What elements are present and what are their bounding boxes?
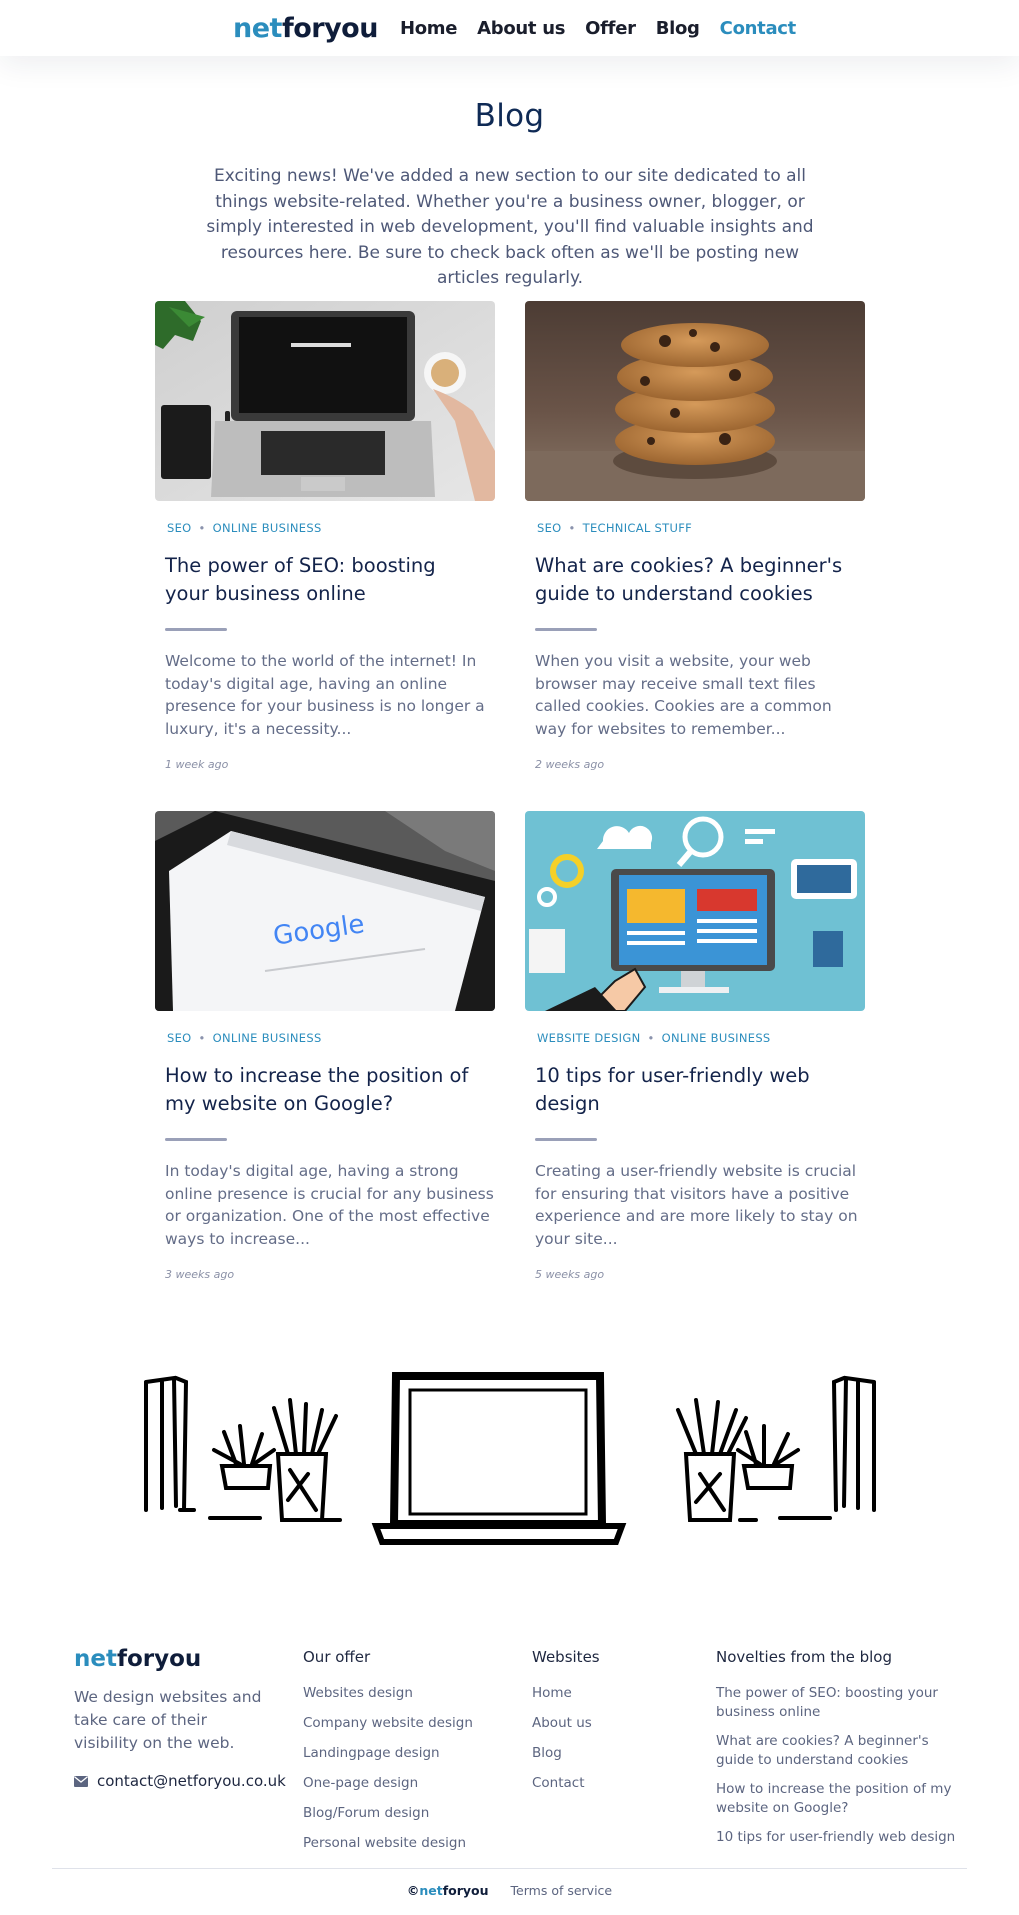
cookies-stack-photo	[525, 301, 865, 501]
terms-of-service-link[interactable]: Terms of service	[511, 1883, 613, 1898]
tag-separator: •	[568, 521, 576, 535]
footer-divider	[52, 1868, 967, 1869]
page-title: Blog	[474, 98, 545, 134]
nav-contact[interactable]: Contact	[720, 18, 797, 39]
footer-blog-link[interactable]: What are cookies? A beginner's guide to …	[716, 1732, 956, 1770]
footer-offer-column: Our offer Websites design Company websit…	[303, 1648, 473, 1864]
nav-home[interactable]: Home	[400, 18, 458, 39]
tag-seo[interactable]: SEO	[167, 1031, 192, 1045]
nav-offer[interactable]: Offer	[585, 18, 636, 39]
card-date: 1 week ago	[165, 758, 229, 771]
footer-tagline: We design websites and take care of thei…	[74, 1688, 262, 1752]
footer-websites-column: Websites Home About us Blog Contact	[532, 1648, 600, 1804]
blog-card[interactable]: Google SEO • ONLINE BUSINESS How to increa…	[155, 811, 495, 1281]
footer-offer-link[interactable]: One-page design	[303, 1774, 473, 1793]
footer-offer-link[interactable]: Landingpage design	[303, 1744, 473, 1763]
card-excerpt: In today's digital age, having a strong …	[165, 1162, 494, 1248]
tag-separator: •	[198, 1031, 206, 1045]
card-divider	[535, 1138, 597, 1141]
tag-category[interactable]: ONLINE BUSINESS	[662, 1031, 771, 1045]
blog-card[interactable]: WEBSITE DESIGN • ONLINE BUSINESS 10 tips f…	[525, 811, 865, 1281]
logo-foryou: foryou	[281, 12, 378, 44]
footer-offer-link[interactable]: Websites design	[303, 1684, 473, 1703]
footer-email-address[interactable]: contact@netforyou.co.uk	[97, 1772, 286, 1790]
footer-email[interactable]: contact@netforyou.co.uk	[74, 1772, 286, 1790]
footer-blog-link[interactable]: 10 tips for user-friendly web design	[716, 1828, 956, 1847]
card-excerpt: Welcome to the world of the internet! In…	[165, 652, 485, 738]
card-date: 2 weeks ago	[535, 758, 605, 771]
header-inner: netforyou Home About us Offer Blog Conta…	[233, 0, 816, 56]
logo-net: net	[233, 12, 282, 44]
copyright-net: net	[419, 1883, 443, 1898]
card-image-cookies[interactable]	[525, 301, 865, 501]
card-tags: WEBSITE DESIGN • ONLINE BUSINESS	[537, 1031, 865, 1047]
footer-blog-link[interactable]: How to increase the position of my websi…	[716, 1780, 956, 1818]
footer-offer-link[interactable]: Blog/Forum design	[303, 1804, 473, 1823]
tag-category[interactable]: TECHNICAL STUFF	[583, 521, 692, 535]
site-logo[interactable]: netforyou	[233, 13, 378, 44]
blog-intro: Exciting news! We've added a new section…	[206, 166, 814, 288]
desk-laptop-drawing	[144, 1372, 876, 1545]
desk-illustration	[140, 1370, 880, 1550]
site-header: netforyou Home About us Offer Blog Conta…	[0, 0, 1019, 56]
tag-seo[interactable]: SEO	[537, 521, 562, 535]
footer-blog-column: Novelties from the blog The power of SEO…	[716, 1648, 956, 1857]
copyright-foryou: foryou	[442, 1883, 489, 1898]
tag-separator: •	[198, 521, 206, 535]
tag-website-design[interactable]: WEBSITE DESIGN	[537, 1031, 641, 1045]
footer-websites-heading: Websites	[532, 1648, 600, 1666]
nav-about-us[interactable]: About us	[477, 18, 565, 39]
footer-logo-net: net	[74, 1646, 117, 1672]
card-title[interactable]: How to increase the position of my websi…	[165, 1062, 485, 1118]
footer-bottom-bar: ©netforyou Terms of service	[0, 1883, 1019, 1898]
card-title[interactable]: What are cookies? A beginner's guide to …	[535, 552, 855, 608]
footer-blog-heading: Novelties from the blog	[716, 1648, 892, 1666]
footer-offer-link[interactable]: Personal website design	[303, 1834, 473, 1853]
card-excerpt: Creating a user-friendly website is cruc…	[535, 1162, 858, 1248]
footer-offer-heading: Our offer	[303, 1648, 371, 1666]
footer-offer-link[interactable]: Company website design	[303, 1714, 473, 1733]
card-divider	[165, 1138, 227, 1141]
footer-link-blog[interactable]: Blog	[532, 1744, 600, 1763]
card-title[interactable]: 10 tips for user-friendly web design	[535, 1062, 855, 1118]
footer-link-contact[interactable]: Contact	[532, 1774, 600, 1793]
card-divider	[165, 628, 227, 631]
card-image-web-design[interactable]	[525, 811, 865, 1011]
footer-logo[interactable]: netforyou	[74, 1646, 201, 1672]
laptop-desk-photo	[155, 301, 495, 501]
card-divider	[535, 628, 597, 631]
card-date: 5 weeks ago	[535, 1268, 605, 1281]
card-image-google[interactable]: Google	[155, 811, 495, 1011]
footer-link-about-us[interactable]: About us	[532, 1714, 600, 1733]
card-excerpt: When you visit a website, your web brows…	[535, 652, 832, 738]
nav-blog[interactable]: Blog	[656, 18, 700, 39]
card-tags: SEO • TECHNICAL STUFF	[537, 521, 865, 537]
copyright-symbol: ©	[406, 1883, 420, 1898]
envelope-icon	[74, 1775, 88, 1787]
footer-logo-foryou: foryou	[116, 1646, 202, 1672]
tag-category[interactable]: ONLINE BUSINESS	[213, 521, 322, 535]
blog-card[interactable]: SEO • TECHNICAL STUFF What are cookies? A …	[525, 301, 865, 771]
card-tags: SEO • ONLINE BUSINESS	[167, 521, 495, 537]
tag-category[interactable]: ONLINE BUSINESS	[213, 1031, 322, 1045]
tag-seo[interactable]: SEO	[167, 521, 192, 535]
copyright: ©netforyou	[407, 1883, 489, 1898]
footer-blog-link[interactable]: The power of SEO: boosting your business…	[716, 1684, 956, 1722]
tag-separator: •	[647, 1031, 655, 1045]
card-tags: SEO • ONLINE BUSINESS	[167, 1031, 495, 1047]
card-date: 3 weeks ago	[165, 1268, 235, 1281]
footer-link-home[interactable]: Home	[532, 1684, 600, 1703]
tablet-google-photo: Google	[155, 811, 495, 1011]
blog-card[interactable]: SEO • ONLINE BUSINESS The power of SEO: bo…	[155, 301, 495, 771]
main-nav: Home About us Offer Blog Contact	[400, 18, 816, 39]
card-title[interactable]: The power of SEO: boosting your business…	[165, 552, 485, 608]
web-design-illustration	[525, 811, 865, 1011]
card-image-laptop[interactable]	[155, 301, 495, 501]
